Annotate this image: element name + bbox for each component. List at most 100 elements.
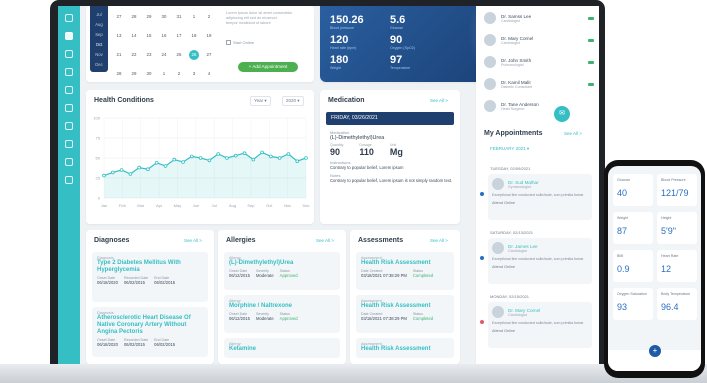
calendar-day[interactable]: 26 <box>189 50 199 60</box>
phone-vital-card[interactable]: Oxygen Saturation 93 <box>613 288 653 320</box>
vital-item: 180 Weight <box>330 54 390 70</box>
calendar-day[interactable]: 27 <box>204 50 214 60</box>
settings-icon[interactable] <box>65 68 73 76</box>
assessments-item[interactable]: Assessment Health Risk Assessment <box>356 338 454 358</box>
calendar-day[interactable]: 1 <box>159 69 169 79</box>
diagnoses-see-all[interactable]: See All > <box>184 238 202 243</box>
add-appointment-button[interactable]: + Add Appointment <box>238 62 298 72</box>
month-selector[interactable]: FEBRUARY 2021 ▾ <box>490 146 529 152</box>
item-name: Type 2 Diabetes Mellitus With Hyperglyce… <box>97 260 181 273</box>
calendar-day[interactable]: 28 <box>114 69 124 79</box>
phone-vital-card[interactable]: Weight 87 <box>613 212 653 244</box>
calendar-day[interactable]: 15 <box>144 31 154 41</box>
meta-value: 06/12/2015 <box>229 316 250 321</box>
pencil-icon[interactable] <box>65 86 73 94</box>
phone-vital-card[interactable]: Body Temperature 96.4 <box>657 288 697 320</box>
calendar-day[interactable]: 16 <box>159 31 169 41</box>
calendar-day[interactable]: 30 <box>159 12 169 22</box>
month-list: Jul Aug Sep Oct Nov Dec <box>90 6 108 72</box>
calendar-day[interactable]: 29 <box>144 12 154 22</box>
item-meta: Date Created 03/18/2021 07:38:29 PM Status… <box>361 312 449 321</box>
allergies-item[interactable]: Allergy Ketamine <box>224 338 340 358</box>
month-item[interactable]: Dec <box>95 62 102 67</box>
phone-vital-card[interactable]: BMI 0.9 <box>613 250 653 282</box>
calendar-day[interactable]: 22 <box>129 50 139 60</box>
calendar-day[interactable]: 2 <box>204 12 214 22</box>
calendar-day[interactable]: 27 <box>114 12 124 22</box>
month-item[interactable]: Sep <box>95 32 102 37</box>
appointment-specialty: Gynaecologist <box>508 184 531 189</box>
phone-vital-card[interactable]: Glucose 40 <box>613 174 653 206</box>
calendar-day[interactable]: 21 <box>114 50 124 60</box>
chart-icon[interactable] <box>65 122 73 130</box>
appointment-card[interactable]: Dr. James Lee Cardiologist Exceptional fin… <box>488 238 592 284</box>
diagnoses-item[interactable]: Diagnosis Atherosclerotic Heart Disease O… <box>92 307 208 357</box>
allergies-item[interactable]: Allergy Morphine / Naltrexone Onset Date 06… <box>224 295 340 333</box>
data-point <box>146 167 150 171</box>
attend-online-link[interactable]: Attend Online <box>492 265 588 269</box>
calendar-day[interactable]: 1 <box>189 12 199 22</box>
doctor-item[interactable]: Dr. John Smith Pulmonologist <box>484 56 594 68</box>
logout-icon[interactable] <box>65 176 73 184</box>
doctor-item[interactable]: Dr. Kamil Malit Diabetic Consultant <box>484 78 594 90</box>
meta-col: Severity Moderate <box>256 312 274 321</box>
assessments-see-all[interactable]: See All > <box>430 238 448 243</box>
doctor-item[interactable]: Dr. Mary Cornel Cardiologist <box>484 34 594 46</box>
calendar-day[interactable]: 31 <box>174 12 184 22</box>
appointments-see-all[interactable]: See All > <box>564 131 582 136</box>
month-item[interactable]: Aug <box>95 22 102 27</box>
calendar-day[interactable]: 14 <box>129 31 139 41</box>
dashboard-icon[interactable] <box>65 32 73 40</box>
phone-vital-card[interactable]: Blood Pressure 121/79 <box>657 174 697 206</box>
calendar-day[interactable]: 28 <box>129 12 139 22</box>
calendar-day[interactable]: 25 <box>174 50 184 60</box>
month-item[interactable]: Nov <box>95 52 102 57</box>
month-item[interactable]: Oct <box>96 42 103 47</box>
calendar-day[interactable]: 13 <box>114 31 124 41</box>
calendar-icon[interactable] <box>65 50 73 58</box>
calendar-day[interactable]: 2 <box>174 69 184 79</box>
allergies-see-all[interactable]: See All > <box>316 238 334 243</box>
calendar-day[interactable]: 3 <box>189 69 199 79</box>
appointment-day-label: TUESDAY, 02/09/2021 <box>490 166 531 171</box>
heart-icon[interactable] <box>65 158 73 166</box>
meta-value: Completed <box>412 316 434 321</box>
phone-vital-card[interactable]: Heart Rate 12 <box>657 250 697 282</box>
start-online-checkbox[interactable]: Start Online <box>226 40 254 46</box>
pill-icon[interactable] <box>65 140 73 148</box>
period-filter[interactable]: Year ▾ <box>250 96 271 106</box>
phone-add-button[interactable]: + <box>649 345 661 357</box>
meta-col: Status Approved <box>280 269 298 278</box>
calendar-day[interactable]: 18 <box>189 31 199 41</box>
calendar-day[interactable]: 19 <box>204 31 214 41</box>
calendar-day[interactable]: 23 <box>144 50 154 60</box>
calendar-day[interactable]: 17 <box>174 31 184 41</box>
x-tick-label: Jun <box>193 203 199 208</box>
assessments-item[interactable]: Assessment Health Risk Assessment Date Cre… <box>356 295 454 333</box>
calendar-day[interactable]: 4 <box>204 69 214 79</box>
attend-online-link[interactable]: Attend Online <box>492 201 588 205</box>
phone-screen: Glucose 40 Blood Pressure 121/79 Weight 87 Hei… <box>608 166 701 371</box>
appointment-card[interactable]: Dr. Sud Malhar Gynaecologist Exceptional f… <box>488 174 592 220</box>
year-filter[interactable]: 2020 ▾ <box>282 96 304 106</box>
health-conditions-title: Health Conditions <box>94 97 154 104</box>
calendar-day[interactable]: 24 <box>159 50 169 60</box>
chat-fab-icon[interactable]: ✉ <box>554 106 570 122</box>
medication-see-all[interactable]: See All > <box>430 98 448 103</box>
medication-column: Unit Mg <box>390 143 403 157</box>
calendar-day[interactable]: 30 <box>144 69 154 79</box>
appointment-card[interactable]: Dr. Mary Cornel Cardiologist Exceptional f… <box>488 302 592 348</box>
attend-online-link[interactable]: Attend Online <box>492 329 588 333</box>
month-item[interactable]: Jul <box>96 12 101 17</box>
diagnoses-item[interactable]: Diagnosis Type 2 Diabetes Mellitus With H… <box>92 252 208 302</box>
doctor-specialty: Pulmonologist <box>501 62 524 67</box>
calendar-day[interactable]: 29 <box>129 69 139 79</box>
item-name: Health Risk Assessment <box>361 346 431 352</box>
document-icon[interactable] <box>65 104 73 112</box>
doctor-item[interactable]: Dr. Samss Lee Cardiologist <box>484 12 594 24</box>
meta-value: 06/12/2015 <box>229 273 250 278</box>
assessments-item[interactable]: Assessment Health Risk Assessment Date Cre… <box>356 252 454 290</box>
close-icon[interactable] <box>65 14 73 22</box>
phone-vital-card[interactable]: Height 5'9" <box>657 212 697 244</box>
allergies-item[interactable]: Allergy (L)-Dimethylethyl)Urea Onset Date 0… <box>224 252 340 290</box>
